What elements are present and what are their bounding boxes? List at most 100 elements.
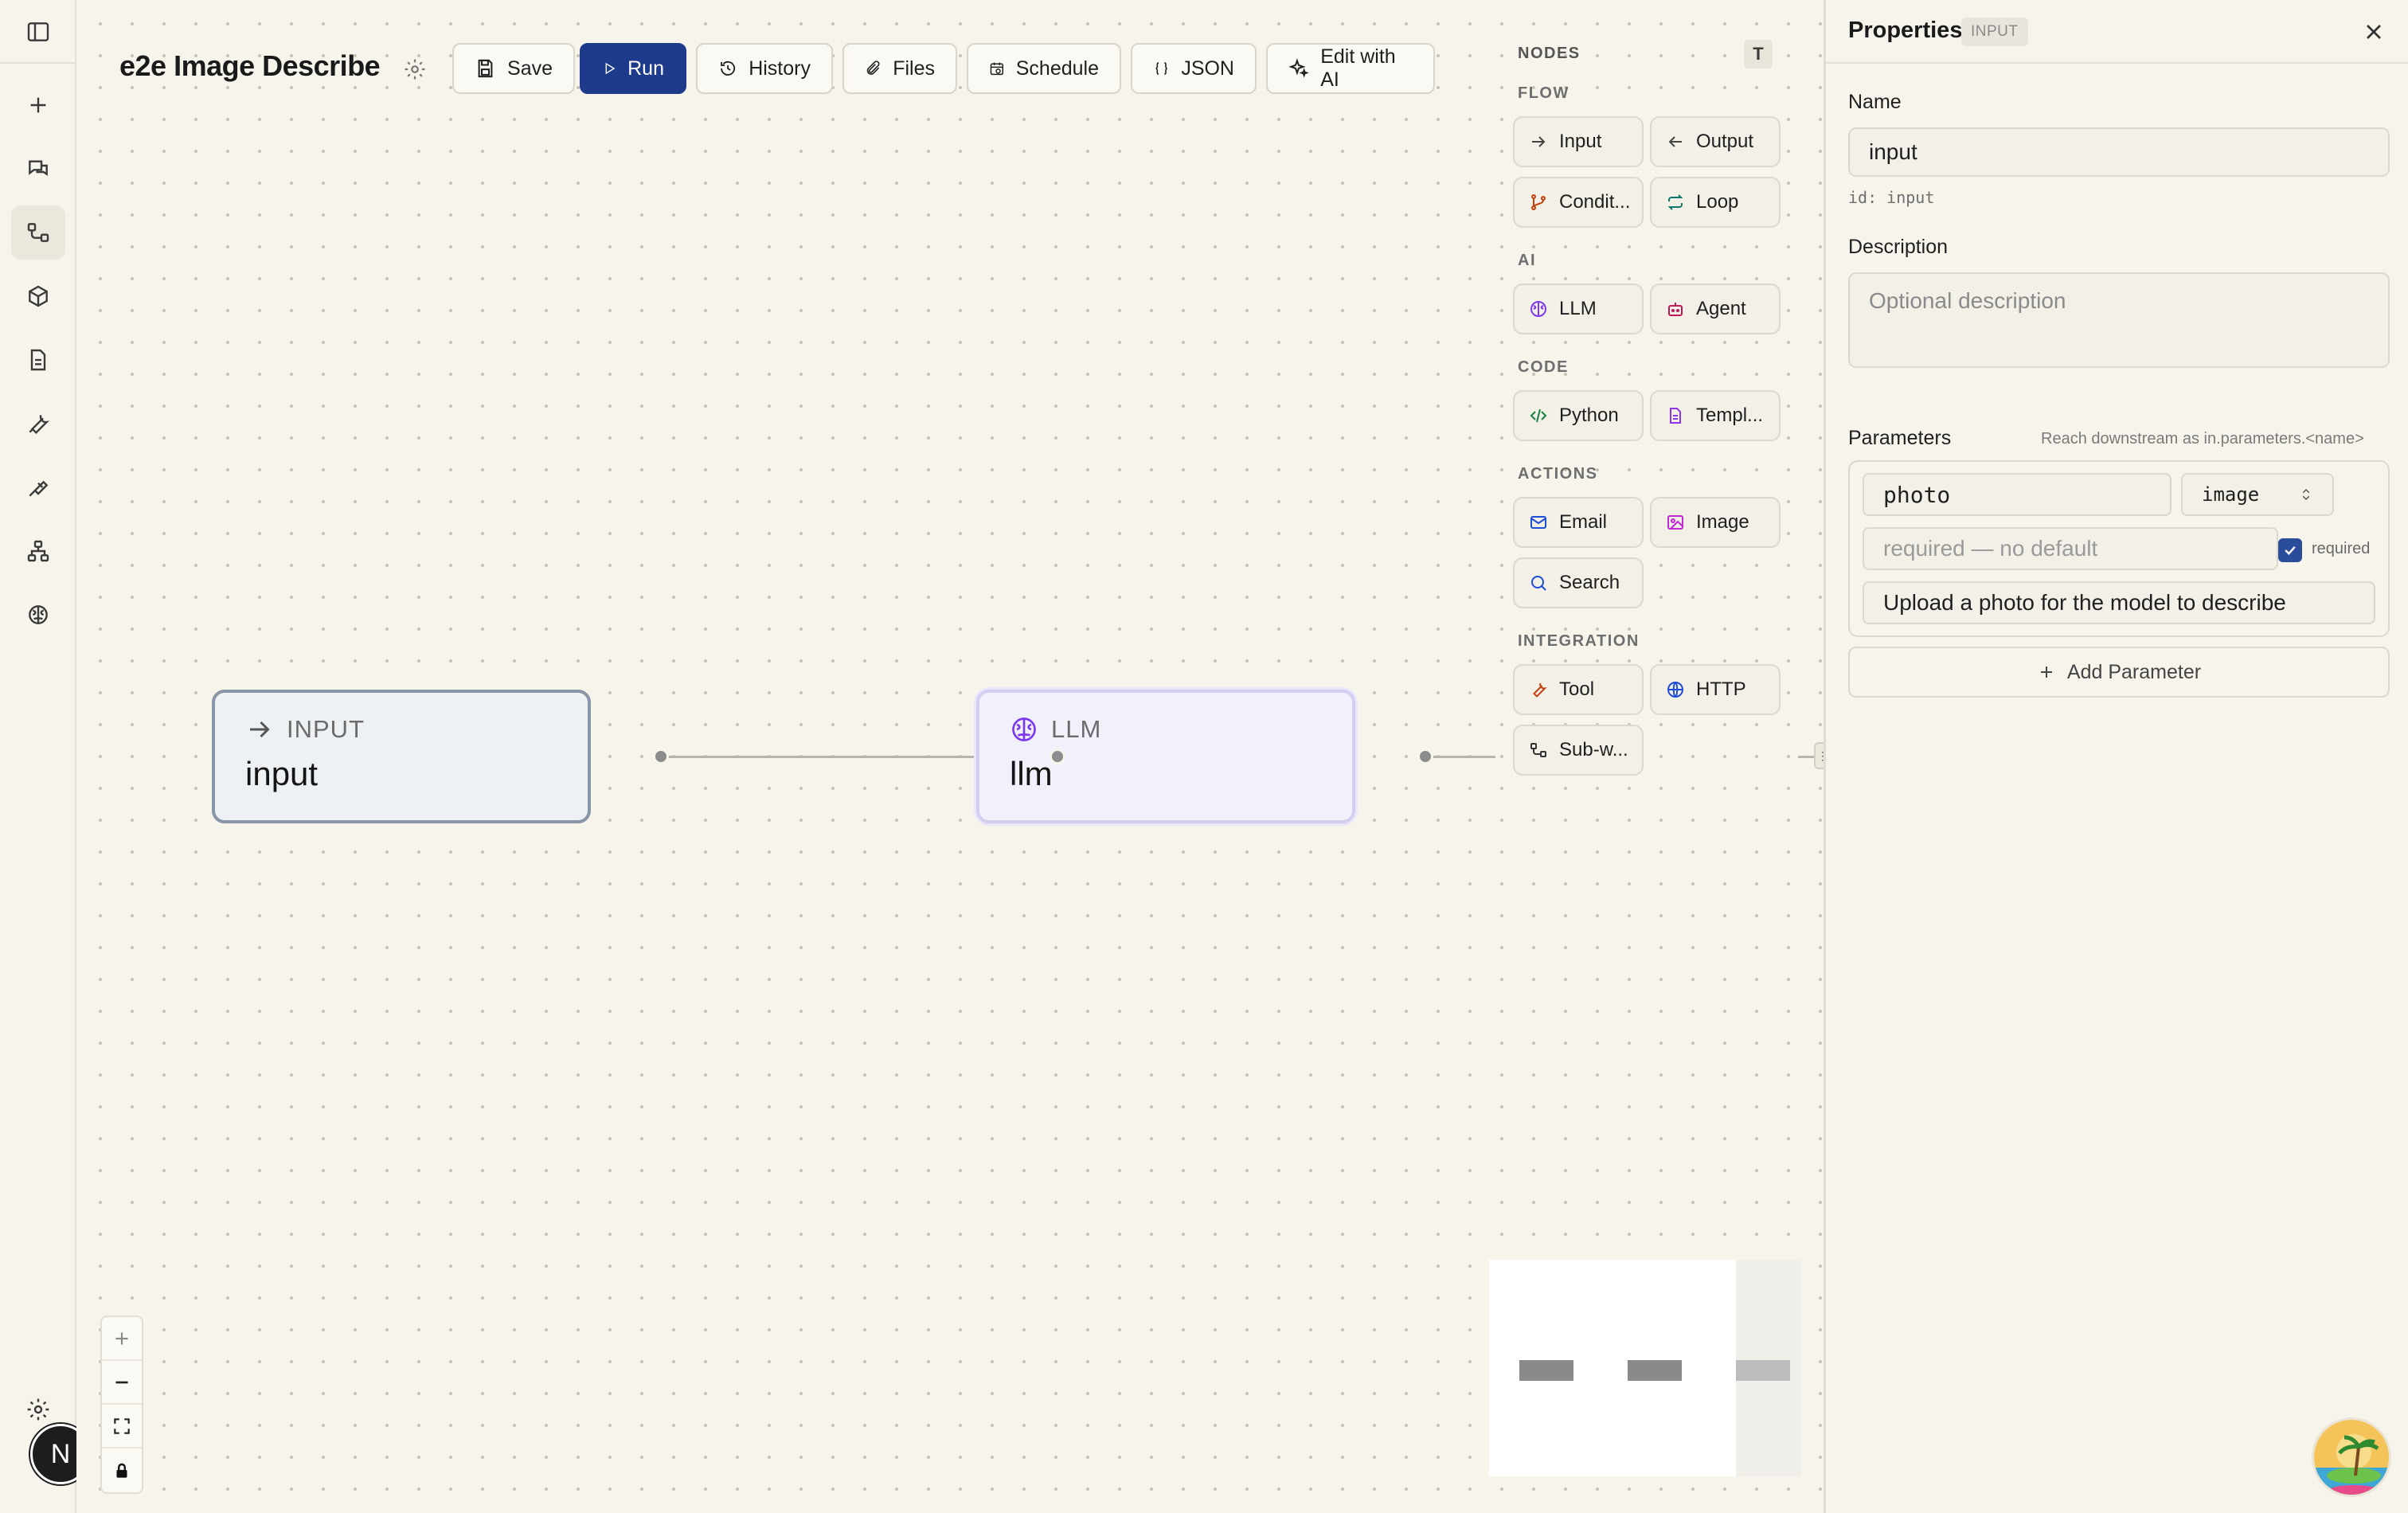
document-icon[interactable] xyxy=(11,333,65,387)
palette-input[interactable]: Input xyxy=(1513,116,1644,167)
section-ai: AI xyxy=(1518,252,1536,269)
git-branch-icon xyxy=(1531,194,1546,210)
palette-template[interactable]: Templ... xyxy=(1650,390,1781,441)
palette-email-label: Email xyxy=(1559,511,1608,533)
node-llm[interactable]: LLM llm xyxy=(976,690,1355,823)
palette-output[interactable]: Output xyxy=(1650,116,1781,167)
required-label: required xyxy=(2312,540,2371,557)
calendar-clock-icon xyxy=(990,62,1004,76)
param-description-input[interactable]: Upload a photo for the model to describe xyxy=(1863,581,2375,624)
node-input-header: INPUT xyxy=(245,715,557,744)
minimap-node-llm xyxy=(1628,1360,1682,1381)
prompt-icon[interactable] xyxy=(11,460,65,514)
palette-agent[interactable]: Agent xyxy=(1650,283,1781,334)
palette-loop[interactable]: Loop xyxy=(1650,177,1781,228)
param-default-input[interactable]: required — no default xyxy=(1863,527,2278,570)
palette-http[interactable]: HTTP xyxy=(1650,664,1781,715)
save-button[interactable]: Save xyxy=(452,43,575,94)
palette-python[interactable]: Python xyxy=(1513,390,1644,441)
mail-icon xyxy=(1530,516,1546,529)
palette-search-label: Search xyxy=(1559,572,1620,593)
chat-icon[interactable] xyxy=(11,142,65,196)
wrench-icon xyxy=(1533,682,1547,698)
section-integration: INTEGRATION xyxy=(1518,632,1640,650)
plus-icon xyxy=(2040,667,2052,678)
lock-icon[interactable] xyxy=(102,1448,142,1492)
minimap-node-output xyxy=(1736,1360,1790,1381)
node-llm-output-handle[interactable] xyxy=(1417,749,1433,764)
json-label: JSON xyxy=(1181,57,1234,80)
search-icon xyxy=(1531,576,1546,591)
palette-http-label: HTTP xyxy=(1696,678,1746,700)
org-chart-icon[interactable] xyxy=(11,524,65,578)
package-icon[interactable] xyxy=(11,269,65,323)
assistant-avatar[interactable] xyxy=(2312,1417,2391,1497)
properties-panel: Properties INPUT Name input id: input De… xyxy=(1824,0,2408,1513)
palette-image-label: Image xyxy=(1696,511,1749,533)
section-code: CODE xyxy=(1518,358,1569,376)
param-name-input[interactable]: photo xyxy=(1863,473,2172,516)
sparkle-icon xyxy=(1288,58,1309,78)
globe-icon xyxy=(1667,682,1683,698)
palette-agent-label: Agent xyxy=(1696,298,1746,319)
minimap[interactable] xyxy=(1489,1260,1801,1476)
palette-email[interactable]: Email xyxy=(1513,497,1644,548)
brain-icon xyxy=(1012,717,1036,741)
palette-subworkflow[interactable]: Sub-w... xyxy=(1513,725,1644,776)
zoom-in-icon[interactable] xyxy=(102,1317,142,1361)
play-icon xyxy=(605,62,616,75)
workflows-icon[interactable] xyxy=(11,205,65,260)
edit-with-ai-button[interactable]: Edit with AI xyxy=(1266,43,1435,94)
history-icon xyxy=(721,61,736,76)
save-label: Save xyxy=(507,57,553,80)
fit-view-icon[interactable] xyxy=(102,1405,142,1448)
paperclip-icon xyxy=(866,61,880,75)
add-parameter-button[interactable]: Add Parameter xyxy=(1848,647,2390,698)
palette-llm[interactable]: LLM xyxy=(1513,283,1644,334)
node-input-output-handle[interactable] xyxy=(653,749,669,764)
name-field[interactable]: input xyxy=(1848,127,2390,177)
zoom-controls xyxy=(100,1316,143,1494)
palette-search[interactable]: Search xyxy=(1513,557,1644,608)
rail-divider xyxy=(0,62,76,64)
history-button[interactable]: History xyxy=(696,43,833,94)
arrow-right-icon xyxy=(1532,136,1546,147)
brain-icon xyxy=(1530,301,1546,317)
palette-tool[interactable]: Tool xyxy=(1513,664,1644,715)
schedule-label: Schedule xyxy=(1015,57,1099,80)
edge-offscreen xyxy=(1798,756,1814,758)
files-button[interactable]: Files xyxy=(842,43,957,94)
wrench-icon[interactable] xyxy=(11,397,65,451)
palette-heading: NODES xyxy=(1518,45,1581,62)
node-llm-input-handle[interactable] xyxy=(1050,749,1065,764)
schedule-button[interactable]: Schedule xyxy=(967,43,1121,94)
new-icon[interactable] xyxy=(11,78,65,132)
palette-subworkflow-label: Sub-w... xyxy=(1559,739,1628,760)
json-button[interactable]: JSON xyxy=(1131,43,1257,94)
description-label: Description xyxy=(1848,236,1949,258)
workflow-title[interactable]: e2e Image Describe xyxy=(119,49,381,83)
bot-icon xyxy=(1668,303,1683,316)
edge-llm-output[interactable] xyxy=(1432,756,1495,758)
palette-condition[interactable]: Condit... xyxy=(1513,177,1644,228)
param-type-select[interactable]: image xyxy=(2181,473,2334,516)
node-id: id: input xyxy=(1848,188,1935,207)
required-checkbox[interactable] xyxy=(2278,538,2302,562)
workflow-settings-icon[interactable] xyxy=(403,57,427,81)
node-input[interactable]: INPUT input xyxy=(212,690,591,823)
palette-text-toggle[interactable]: T xyxy=(1744,40,1773,68)
arrow-right-icon xyxy=(250,721,270,738)
close-icon[interactable] xyxy=(2361,19,2386,45)
parameter-card: photo image required — no default requir… xyxy=(1848,460,2390,637)
properties-header: Properties INPUT xyxy=(1826,0,2408,64)
brain-icon[interactable] xyxy=(11,588,65,642)
run-button[interactable]: Run xyxy=(580,43,686,94)
zoom-out-icon[interactable] xyxy=(102,1361,142,1405)
node-input-name: input xyxy=(245,755,319,792)
arrow-left-icon xyxy=(1668,136,1682,147)
add-parameter-label: Add Parameter xyxy=(2066,660,2202,683)
palette-image[interactable]: Image xyxy=(1650,497,1781,548)
description-field[interactable]: Optional description xyxy=(1848,272,2390,368)
toggle-sidebar-icon[interactable] xyxy=(11,5,65,59)
workflow-icon xyxy=(1530,743,1546,757)
